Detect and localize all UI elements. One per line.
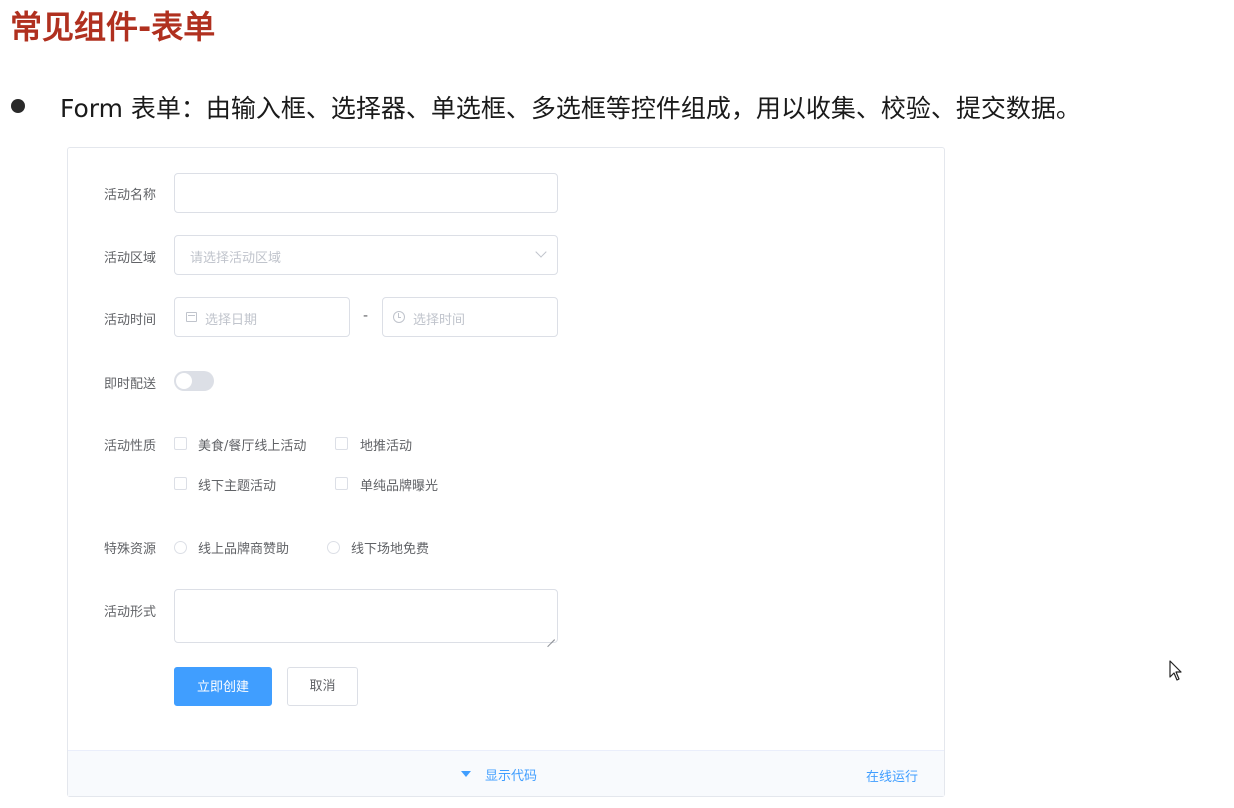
time-separator: - bbox=[363, 308, 369, 324]
radio-resource-0[interactable] bbox=[174, 541, 187, 554]
checkbox-type-3-label[interactable]: 单纯品牌曝光 bbox=[360, 475, 438, 494]
delivery-label: 即时配送 bbox=[104, 377, 157, 392]
activity-time-label: 活动时间 bbox=[104, 313, 157, 328]
form-demo-panel: 活动名称 活动区域 请选择活动区域 活动时间 选择日期 - 选择时间 即时配送 … bbox=[67, 147, 945, 797]
checkbox-type-1-label[interactable]: 地推活动 bbox=[360, 435, 412, 454]
chevron-down-icon bbox=[535, 246, 547, 258]
create-now-button[interactable]: 立即创建 bbox=[174, 667, 272, 706]
activity-name-input[interactable] bbox=[174, 173, 558, 213]
time-placeholder: 选择时间 bbox=[413, 313, 466, 328]
delivery-switch[interactable] bbox=[174, 371, 214, 391]
switch-knob bbox=[176, 373, 192, 389]
activity-region-select[interactable]: 请选择活动区域 bbox=[174, 235, 558, 275]
demo-footer: 显示代码 在线运行 bbox=[68, 750, 944, 796]
mouse-cursor-icon bbox=[1169, 660, 1182, 681]
checkbox-type-2[interactable] bbox=[174, 477, 187, 490]
special-resource-label: 特殊资源 bbox=[104, 542, 157, 557]
checkbox-type-0-label[interactable]: 美食/餐厅线上活动 bbox=[198, 435, 306, 454]
run-online-link[interactable]: 在线运行 bbox=[866, 766, 918, 785]
bullet-dot bbox=[11, 99, 25, 113]
date-picker[interactable]: 选择日期 bbox=[174, 297, 350, 337]
activity-form-label: 活动形式 bbox=[104, 605, 157, 620]
time-picker[interactable]: 选择时间 bbox=[382, 297, 558, 337]
clock-icon bbox=[393, 311, 405, 323]
activity-type-label: 活动性质 bbox=[104, 439, 157, 454]
activity-name-label: 活动名称 bbox=[104, 188, 157, 203]
radio-resource-1-label[interactable]: 线下场地免费 bbox=[351, 538, 429, 557]
date-placeholder: 选择日期 bbox=[205, 313, 258, 328]
activity-form-textarea[interactable] bbox=[174, 589, 558, 643]
calendar-icon bbox=[186, 312, 197, 322]
show-code-link[interactable]: 显示代码 bbox=[485, 765, 537, 784]
radio-resource-1[interactable] bbox=[327, 541, 340, 554]
checkbox-type-3[interactable] bbox=[335, 477, 348, 490]
bullet-text: Form 表单：由输入框、选择器、单选框、多选框等控件组成，用以收集、校验、提交… bbox=[60, 94, 1081, 123]
checkbox-type-2-label[interactable]: 线下主题活动 bbox=[198, 475, 276, 494]
activity-region-label: 活动区域 bbox=[104, 251, 157, 266]
resize-handle-icon[interactable] bbox=[547, 632, 555, 640]
cancel-button[interactable]: 取消 bbox=[287, 667, 358, 706]
radio-resource-0-label[interactable]: 线上品牌商赞助 bbox=[198, 538, 289, 557]
region-placeholder: 请选择活动区域 bbox=[190, 251, 282, 266]
checkbox-type-0[interactable] bbox=[174, 437, 187, 450]
checkbox-type-1[interactable] bbox=[335, 437, 348, 450]
caret-down-icon[interactable] bbox=[461, 771, 471, 777]
slide-title: 常见组件-表单 bbox=[10, 8, 216, 46]
